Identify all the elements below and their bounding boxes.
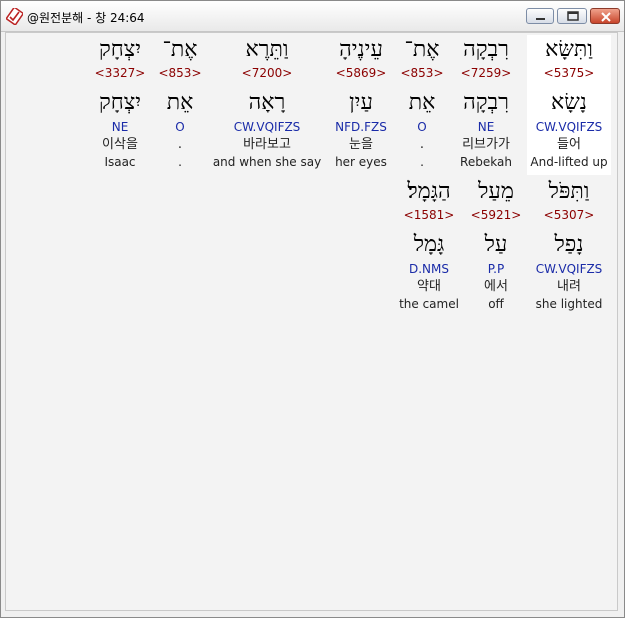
hebrew-word: מֵעַל: [478, 179, 514, 204]
parsing-code: P.P: [487, 262, 505, 276]
document-check-icon[interactable]: [5, 6, 24, 26]
close-icon: [601, 12, 611, 22]
strong-number[interactable]: <3327>: [88, 65, 152, 82]
english-gloss: off: [488, 297, 504, 311]
hebrew-word: הַגָּמָל׃: [407, 179, 451, 204]
hebrew-word: עֵינֶיהָ: [339, 37, 383, 62]
korean-gloss: 에서: [484, 279, 508, 294]
english-gloss: her eyes: [335, 155, 387, 169]
english-gloss: Isaac: [104, 155, 136, 169]
korean-gloss: .: [419, 137, 425, 152]
parsing-code: CW.VQIFZS: [535, 120, 603, 134]
strong-number[interactable]: <5869>: [327, 65, 395, 82]
hebrew-lemma: אֵת: [408, 90, 436, 115]
hebrew-word: וַתִּשָּׂא: [545, 37, 593, 62]
strong-number[interactable]: <1581>: [394, 207, 464, 224]
word-column[interactable]: אֶת־ <853> אֵת O . .: [398, 35, 446, 171]
parsing-code: O: [175, 120, 185, 134]
strong-number[interactable]: <853>: [398, 65, 446, 82]
parsing-code: NE: [477, 120, 495, 134]
english-gloss: And-lifted up: [530, 155, 608, 169]
strong-number[interactable]: <7200>: [210, 65, 324, 82]
english-gloss: .: [420, 155, 424, 169]
hebrew-lemma: נָשָׂא: [551, 90, 587, 115]
word-column[interactable]: עֵינֶיהָ <5869> עַיִן NFD.FZS 눈을 her eye…: [327, 35, 395, 171]
korean-gloss: 들어: [557, 137, 581, 152]
hebrew-word: רִבְקָה: [463, 37, 509, 62]
strong-number[interactable]: <5307>: [527, 207, 611, 224]
hebrew-word: אֶת־: [162, 37, 198, 62]
strong-number[interactable]: <5921>: [468, 207, 524, 224]
word-column[interactable]: יִצְחָק <3327> יִצְחָק NE 이삭을 Isaac: [88, 35, 152, 171]
korean-gloss: 리브가가: [462, 137, 510, 152]
maximize-button[interactable]: [557, 8, 587, 24]
english-gloss: .: [178, 155, 182, 169]
korean-gloss: 약대: [417, 279, 441, 294]
hebrew-lemma: רָאָה: [248, 90, 286, 115]
word-column[interactable]: רִבְקָה <7259> רִבְקָה NE 리브가가 Rebekah: [452, 35, 520, 171]
parsing-code: CW.VQIFZS: [233, 120, 301, 134]
korean-gloss: 바라보고: [243, 137, 291, 152]
parsing-code: CW.VQIFZS: [535, 262, 603, 276]
hebrew-lemma: יִצְחָק: [98, 90, 142, 115]
title-bar[interactable]: @원전분해 - 창 24:64: [1, 1, 624, 32]
korean-gloss: 이삭을: [102, 137, 138, 152]
hebrew-word: יִצְחָק: [98, 37, 142, 62]
korean-gloss: .: [177, 137, 183, 152]
hebrew-word: אֶת־: [404, 37, 440, 62]
hebrew-lemma: אֵת: [166, 90, 194, 115]
minimize-icon: [536, 18, 545, 20]
window-frame: @원전분해 - 창 24:64 וַתִּשָּׂא <5375> נָשָׂא…: [0, 0, 625, 618]
word-column[interactable]: וַתֵּרֶא <7200> רָאָה CW.VQIFZS 바라보고 and…: [210, 35, 324, 171]
hebrew-lemma: עַל: [484, 232, 508, 257]
hebrew-lemma: עַיִן: [349, 90, 373, 115]
hebrew-word: וַתִּפֹּל: [548, 179, 590, 204]
english-gloss: she lighted: [535, 297, 603, 311]
word-column[interactable]: אֶת־ <853> אֵת O . .: [157, 35, 203, 171]
parsing-code: NFD.FZS: [335, 120, 387, 134]
english-gloss: and when she say: [212, 155, 322, 169]
word-column[interactable]: הַגָּמָל׃ <1581> גָּמָל D.NMS 약대 the cam…: [394, 177, 464, 313]
english-gloss: the camel: [399, 297, 459, 311]
strong-number[interactable]: <7259>: [452, 65, 520, 82]
korean-gloss: 내려: [557, 279, 581, 294]
word-column[interactable]: מֵעַל <5921> עַל P.P 에서 off: [468, 177, 524, 313]
english-gloss: Rebekah: [460, 155, 512, 169]
word-column[interactable]: וַתִּשָּׂא <5375> נָשָׂא CW.VQIFZS 들어 An…: [527, 35, 611, 175]
analysis-panel: וַתִּשָּׂא <5375> נָשָׂא CW.VQIFZS 들어 An…: [5, 32, 618, 611]
minimize-button[interactable]: [526, 8, 554, 24]
parsing-code: O: [417, 120, 427, 134]
hebrew-lemma: גָּמָל: [413, 232, 445, 257]
parsing-code: D.NMS: [408, 262, 449, 276]
word-column[interactable]: וַתִּפֹּל <5307> נָפַל CW.VQIFZS 내려 she …: [527, 177, 611, 313]
strong-number[interactable]: <5375>: [527, 65, 611, 82]
parsing-code: NE: [111, 120, 129, 134]
window-title: @원전분해 - 창 24:64: [27, 11, 145, 25]
hebrew-word: וַתֵּרֶא: [245, 37, 289, 62]
hebrew-lemma: נָפַל: [554, 232, 584, 257]
korean-gloss: 눈을: [349, 137, 373, 152]
close-button[interactable]: [590, 8, 620, 24]
strong-number[interactable]: <853>: [157, 65, 203, 82]
hebrew-lemma: רִבְקָה: [463, 90, 509, 115]
